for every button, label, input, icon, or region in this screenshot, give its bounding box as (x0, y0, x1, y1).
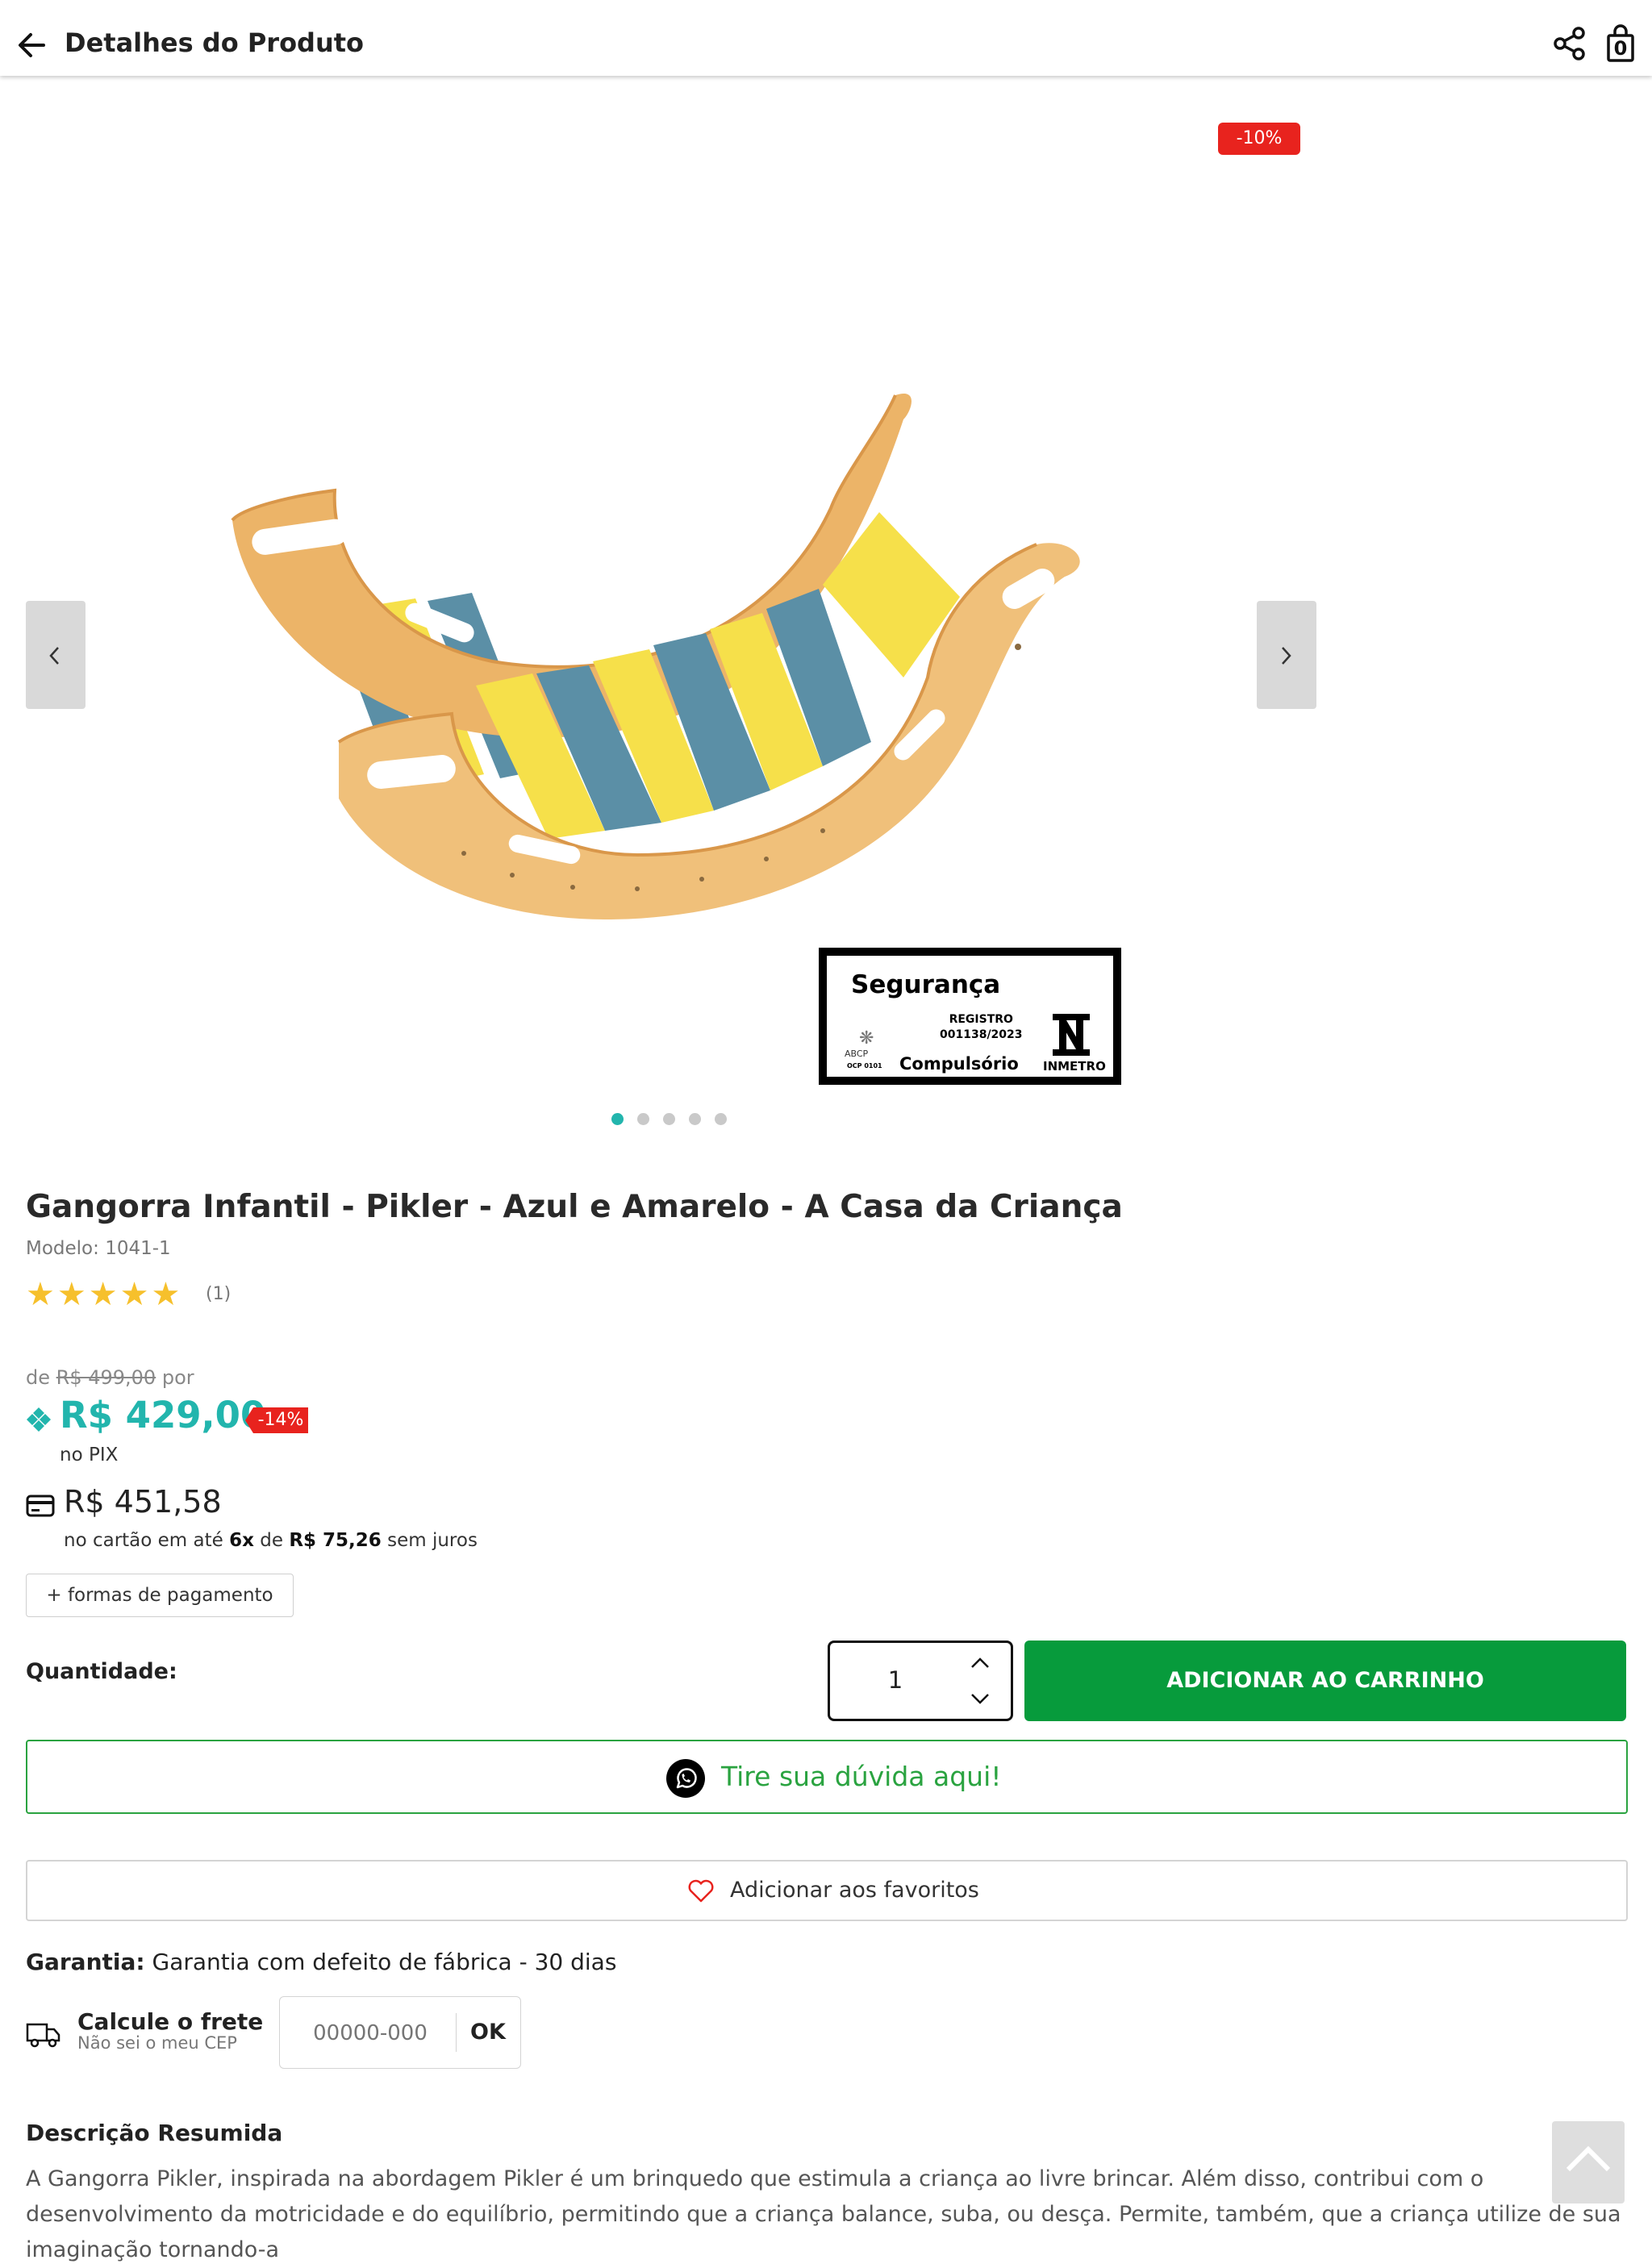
installment-suffix: sem juros (387, 1530, 478, 1551)
chevron-left-icon (49, 647, 59, 665)
chevron-down-icon[interactable] (964, 1686, 996, 1711)
whatsapp-icon (666, 1759, 705, 1798)
carousel-next-button[interactable] (1257, 601, 1316, 709)
inmetro-logo-icon (1053, 1014, 1090, 1056)
product-image (231, 381, 1080, 919)
product-model: Modelo: 1041-1 (26, 1238, 171, 1259)
installments-info: no cartão em até 6x de R$ 75,26 sem juro… (64, 1530, 478, 1551)
installment-prefix: no cartão em até (64, 1530, 223, 1551)
chevron-up-icon[interactable] (964, 1651, 996, 1675)
cep-input[interactable] (296, 2013, 444, 2053)
bag-count: 0 (1613, 37, 1628, 60)
top-app-bar: Detalhes do Produto 0 (0, 0, 1652, 76)
cep-ok-button[interactable]: OK (470, 2020, 506, 2045)
seal-registro-number: 001138/2023 (940, 1028, 1023, 1041)
page-title: Detalhes do Produto (65, 27, 365, 58)
card-price: R$ 451,58 (64, 1484, 222, 1520)
installment-value: R$ 75,26 (289, 1530, 382, 1551)
discount-tag-arrow (245, 1407, 253, 1433)
price-from-suffix: por (161, 1366, 194, 1389)
discount-badge: -10% (1218, 123, 1300, 155)
price-from-prefix: de (26, 1366, 50, 1389)
heart-icon (688, 1879, 714, 1903)
seal-registro-label: REGISTRO (949, 1013, 1013, 1026)
old-price-line: de R$ 499,00 por (26, 1366, 194, 1389)
seal-abcp: ABCP (845, 1049, 869, 1059)
rating-stars[interactable]: ★★★★★ (26, 1277, 182, 1312)
share-icon[interactable] (1552, 26, 1587, 61)
star-icon: ★ (119, 1276, 152, 1313)
whatsapp-help-label: Tire sua dúvida aqui! (721, 1761, 1002, 1792)
seal-ocp: OCP 0101 (847, 1062, 882, 1069)
quantity-label: Quantidade: (26, 1659, 177, 1684)
installment-mid: de (260, 1530, 283, 1551)
cep-form: OK (279, 1996, 521, 2069)
pix-discount-tag: -14% (253, 1407, 308, 1433)
inmetro-safety-seal: Segurança REGISTRO 001138/2023 ❋ ABCP OC… (819, 948, 1121, 1085)
rating-count[interactable]: (1) (206, 1284, 231, 1304)
chevron-right-icon (1282, 647, 1291, 665)
pix-price: R$ 429,00 (60, 1394, 266, 1436)
cep-divider (456, 2013, 457, 2052)
star-icon: ★ (88, 1276, 120, 1313)
carousel-dot-5[interactable] (715, 1113, 727, 1125)
carousel-prev-button[interactable] (26, 601, 86, 709)
old-price: R$ 499,00 (56, 1366, 156, 1389)
carousel-dot-1[interactable] (611, 1113, 624, 1125)
seal-registration: REGISTRO 001138/2023 (940, 1012, 1023, 1043)
unknown-cep-link[interactable]: Não sei o meu CEP (77, 2033, 237, 2053)
seal-compulsorio: Compulsório (899, 1054, 1019, 1074)
add-to-cart-button[interactable]: ADICIONAR AO CARRINHO (1024, 1641, 1626, 1721)
installment-count: 6x (229, 1530, 254, 1551)
add-to-favorites-label: Adicionar aos favoritos (730, 1878, 979, 1903)
pix-label: no PIX (60, 1445, 119, 1465)
star-icon: ★ (56, 1276, 89, 1313)
shipping-title: Calcule o frete (77, 2008, 264, 2035)
back-arrow-icon[interactable] (15, 24, 48, 66)
carousel-dot-2[interactable] (637, 1113, 649, 1125)
whatsapp-help-button[interactable]: Tire sua dúvida aqui! (26, 1740, 1628, 1814)
payment-options-button[interactable]: + formas de pagamento (26, 1574, 294, 1617)
scroll-to-top-button[interactable] (1552, 2121, 1625, 2203)
description-text: A Gangorra Pikler, inspirada na abordage… (26, 2166, 1621, 2262)
pix-icon (27, 1407, 51, 1432)
warranty-text: Garantia com defeito de fábrica - 30 dia… (152, 1949, 617, 1975)
shopping-bag-button[interactable]: 0 (1604, 24, 1637, 63)
star-icon: ★ (26, 1276, 57, 1313)
chevron-up-icon (1566, 2145, 1611, 2172)
add-to-favorites-button[interactable]: Adicionar aos favoritos (26, 1860, 1628, 1921)
carousel-dot-4[interactable] (689, 1113, 701, 1125)
warranty-label: Garantia: (26, 1949, 145, 1975)
seal-title: Segurança (851, 970, 1001, 999)
product-title: Gangorra Infantil - Pikler - Azul e Amar… (26, 1189, 1123, 1225)
truck-icon (26, 2023, 60, 2048)
credit-card-icon (26, 1495, 55, 1517)
quantity-input[interactable] (846, 1661, 975, 1699)
description-title: Descrição Resumida (26, 2120, 283, 2146)
carousel-indicators (611, 1113, 740, 1126)
star-icon: ★ (151, 1276, 183, 1313)
warranty-info: Garantia: Garantia com defeito de fábric… (26, 1949, 616, 1975)
abcp-logo-icon: ❋ (859, 1028, 874, 1049)
seal-inmetro: INMETRO (1043, 1059, 1106, 1074)
carousel-dot-3[interactable] (663, 1113, 675, 1125)
quantity-stepper (828, 1641, 1013, 1721)
